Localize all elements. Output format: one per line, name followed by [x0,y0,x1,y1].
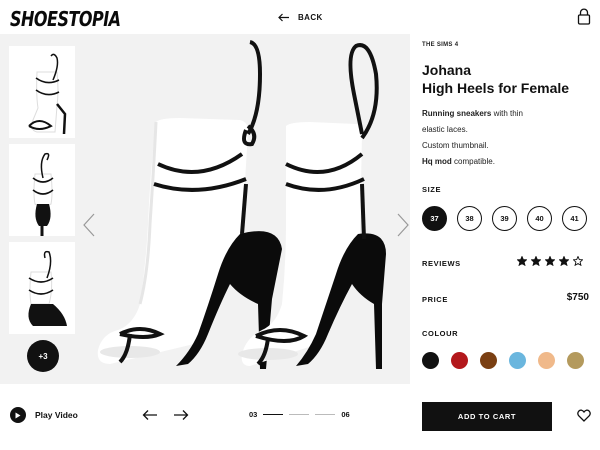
lock-icon[interactable] [577,8,591,25]
back-arrow-icon [278,13,289,21]
product-category: THE SIMS 4 [422,42,459,48]
colour-swatch-brown[interactable] [480,352,497,369]
thumbnail-front[interactable] [9,46,75,138]
product-details-panel: THE SIMS 4 Johana High Heels for Female … [410,34,600,384]
size-label: SIZE [422,185,442,194]
play-video-label: Play Video [35,410,78,420]
image-pager: 03 06 [249,410,350,419]
thumbnail-list [9,46,75,340]
pager-progress-active [263,413,284,416]
product-page: SHOESTOPIA BACK +3 THE SIMS 4 Johana Hig… [0,0,600,450]
size-option-39[interactable]: 39 [492,206,517,231]
colour-swatch-black[interactable] [422,352,439,369]
description-line: Hq mod compatible. [422,157,495,166]
brand-logo[interactable]: SHOESTOPIA [10,7,121,31]
gallery: +3 [0,34,410,384]
star-icon [573,256,583,266]
description-line: elastic laces. [422,125,468,134]
header: SHOESTOPIA BACK [0,0,600,34]
bottom-bar: Play Video 03 06 ADD TO CART [0,384,600,450]
size-selector: 37 38 39 40 41 [422,206,587,231]
description-line: Running sneakers with thin [422,109,523,118]
size-option-41[interactable]: 41 [562,206,587,231]
shoe-thumbnail-image [28,53,67,135]
add-to-cart-button[interactable]: ADD TO CART [422,402,552,431]
product-price: $750 [566,292,589,303]
left-shoe [97,40,282,369]
thumbnail-side[interactable] [9,242,75,334]
more-images-button[interactable]: +3 [27,340,59,372]
price-label: PRICE [422,295,448,304]
play-icon [10,407,26,423]
size-option-40[interactable]: 40 [527,206,552,231]
shoe-thumbnail-image [32,152,54,236]
colour-swatch-red[interactable] [451,352,468,369]
description-line: Custom thumbnail. [422,141,489,150]
star-icon [559,256,569,266]
pager-progress-rest [315,413,336,416]
product-title-line1: Johana [422,62,472,78]
star-icon [531,256,541,266]
pager-progress-rest [289,413,310,416]
colour-label: COLOUR [422,329,459,338]
colour-selector [422,352,584,369]
arrow-left-icon[interactable] [142,409,158,421]
product-title-line2: High Heels for Female [422,80,570,96]
heart-icon[interactable] [577,409,591,422]
rating-stars [517,256,583,266]
arrow-right-icon[interactable] [173,409,189,421]
back-label: BACK [298,12,323,22]
colour-swatch-sky-blue[interactable] [509,352,526,369]
product-description: Running sneakers with thin elastic laces… [422,106,592,170]
star-icon [545,256,555,266]
pager-total: 06 [341,410,350,419]
play-video-button[interactable]: Play Video [10,407,78,423]
shoe-thumbnail-image [28,250,67,326]
pager-current: 03 [249,410,258,419]
colour-swatch-tan[interactable] [567,352,584,369]
reviews-label: REVIEWS [422,259,461,268]
size-option-37[interactable]: 37 [422,206,447,231]
thumbnail-back[interactable] [9,144,75,236]
star-icon [517,256,527,266]
back-button[interactable]: BACK [278,10,323,24]
size-option-38[interactable]: 38 [457,206,482,231]
product-image [97,40,386,369]
colour-swatch-peach[interactable] [538,352,555,369]
